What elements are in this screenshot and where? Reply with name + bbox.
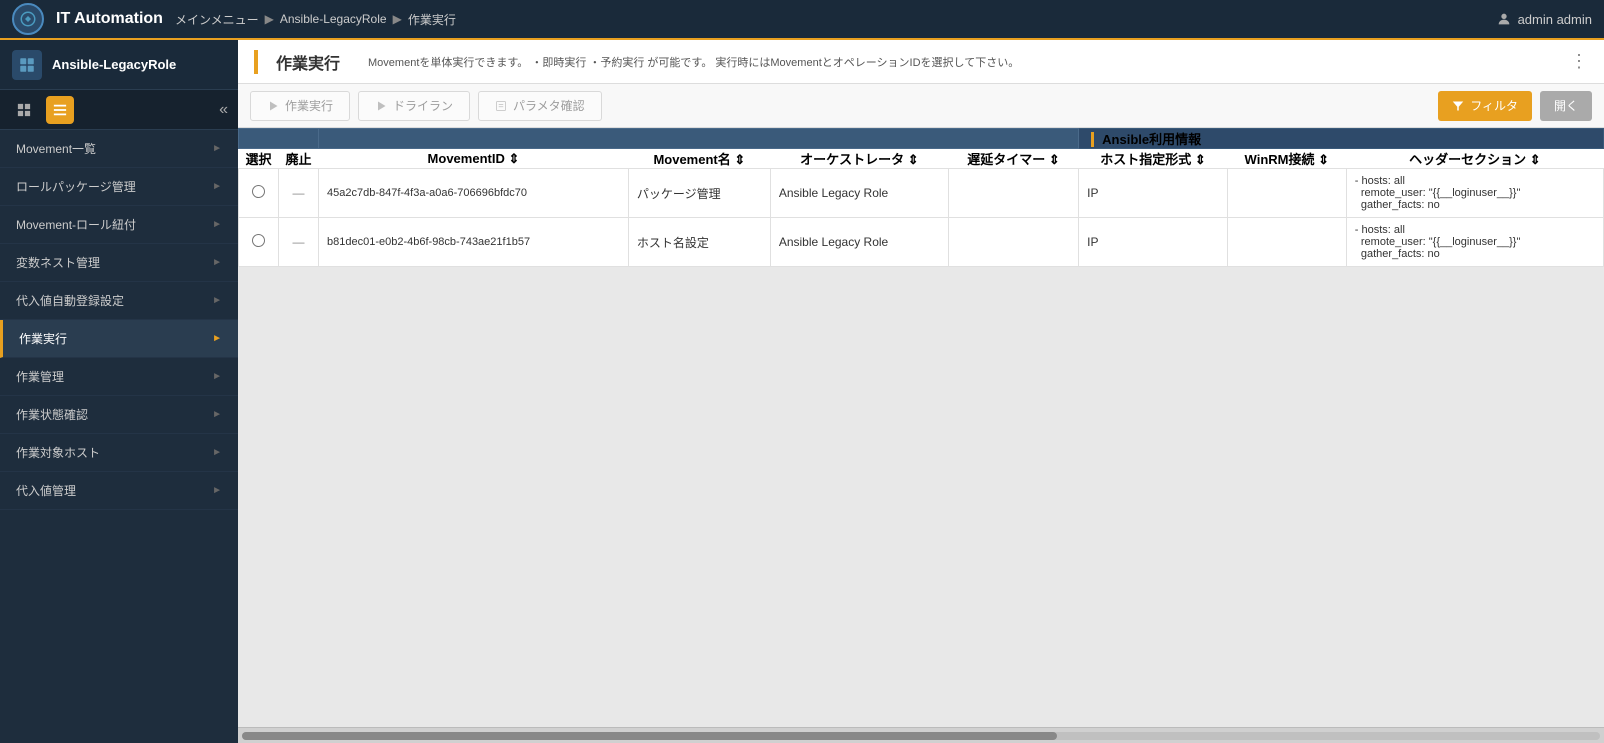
table-header-row: 選択 廃止 MovementID ⇕ Movement名 ⇕ オーケストレータ … xyxy=(239,149,1604,169)
ansible-info-group-header: Ansible利用情報 xyxy=(1079,129,1604,149)
row-discard-1: — xyxy=(279,169,319,218)
filter-button[interactable]: フィルタ xyxy=(1438,91,1532,121)
sort-icon: ⇕ xyxy=(1195,152,1206,167)
sidebar-app-icon xyxy=(12,50,42,80)
open-button[interactable]: 開く xyxy=(1540,91,1592,121)
chevron-right-icon: ► xyxy=(212,219,222,230)
sidebar-icon-bar: « xyxy=(0,90,238,130)
page-description: Movementを単体実行できます。 ・即時実行 ・予約実行 が可能です。 実行… xyxy=(368,54,1558,70)
row-radio-2[interactable] xyxy=(252,234,265,247)
app-title: IT Automation xyxy=(56,10,163,28)
col-header-section[interactable]: ヘッダーセクション ⇕ xyxy=(1346,149,1603,169)
sort-icon: ⇕ xyxy=(908,152,919,167)
sidebar: Ansible-LegacyRole « Movement一覧 ► ロールパッケ… xyxy=(0,40,238,743)
row-discard-2: — xyxy=(279,218,319,267)
app-header: IT Automation メインメニュー ▶ Ansible-LegacyRo… xyxy=(0,0,1604,40)
col-delay-timer[interactable]: 遅延タイマー ⇕ xyxy=(948,149,1078,169)
sidebar-app-name: Ansible-LegacyRole xyxy=(52,57,176,72)
row-delay-timer-1 xyxy=(948,169,1078,218)
sidebar-item-movement-list[interactable]: Movement一覧 ► xyxy=(0,130,238,168)
sidebar-header: Ansible-LegacyRole xyxy=(0,40,238,90)
sidebar-item-target-host[interactable]: 作業対象ホスト ► xyxy=(0,434,238,472)
main-content: 作業実行 Movementを単体実行できます。 ・即時実行 ・予約実行 が可能で… xyxy=(238,40,1604,743)
scroll-thumb[interactable] xyxy=(242,732,1057,740)
chevron-right-icon: ► xyxy=(212,143,222,154)
row-movement-id-1: 45a2c7db-847f-4f3a-a0a6-706696bfdc70 xyxy=(319,169,629,218)
sidebar-list-icon[interactable] xyxy=(46,96,74,124)
dry-run-button[interactable]: ドライラン xyxy=(358,91,470,121)
col-select: 選択 xyxy=(239,149,279,169)
row-select-cell[interactable] xyxy=(239,218,279,267)
col-movement-id[interactable]: MovementID ⇕ xyxy=(319,149,629,169)
row-movement-name-1: パッケージ管理 xyxy=(628,169,770,218)
col-host-format[interactable]: ホスト指定形式 ⇕ xyxy=(1079,149,1228,169)
row-orchestrator-1: Ansible Legacy Role xyxy=(770,169,948,218)
row-host-format-2: IP xyxy=(1079,218,1228,267)
scroll-track xyxy=(242,732,1600,740)
chevron-right-icon: ► xyxy=(212,257,222,268)
table-group-header-row: Ansible利用情報 xyxy=(239,129,1604,149)
row-header-section-2: - hosts: all remote_user: "{{__loginuser… xyxy=(1346,218,1603,267)
chevron-right-icon: ► xyxy=(212,371,222,382)
toolbar: 作業実行 ドライラン パラメタ確認 フィルタ 開く xyxy=(238,84,1604,128)
col-winrm[interactable]: WinRM接続 ⇕ xyxy=(1227,149,1346,169)
row-winrm-2 xyxy=(1227,218,1346,267)
main-layout: Ansible-LegacyRole « Movement一覧 ► ロールパッケ… xyxy=(0,40,1604,743)
row-host-format-1: IP xyxy=(1079,169,1228,218)
row-select-cell[interactable] xyxy=(239,169,279,218)
sidebar-item-role-package[interactable]: ロールパッケージ管理 ► xyxy=(0,168,238,206)
sort-icon: ⇕ xyxy=(734,152,745,167)
row-orchestrator-2: Ansible Legacy Role xyxy=(770,218,948,267)
table-row: — 45a2c7db-847f-4f3a-a0a6-706696bfdc70 パ… xyxy=(239,169,1604,218)
sort-icon: ⇕ xyxy=(1318,152,1329,167)
row-radio-1[interactable] xyxy=(252,185,265,198)
row-movement-name-2: ホスト名設定 xyxy=(628,218,770,267)
sidebar-item-task-exec[interactable]: 作業実行 ► xyxy=(0,320,238,358)
sidebar-grid-icon[interactable] xyxy=(10,96,38,124)
breadcrumb-sep2: ▶ xyxy=(393,12,402,26)
chevron-right-icon: ► xyxy=(212,447,222,458)
sidebar-item-task-status[interactable]: 作業状態確認 ► xyxy=(0,396,238,434)
col-orchestrator[interactable]: オーケストレータ ⇕ xyxy=(770,149,948,169)
breadcrumb: メインメニュー ▶ Ansible-LegacyRole ▶ 作業実行 xyxy=(175,11,1484,28)
user-area: admin admin xyxy=(1496,11,1592,27)
sidebar-item-variable-nest[interactable]: 変数ネスト管理 ► xyxy=(0,244,238,282)
sidebar-item-auto-register[interactable]: 代入値自動登録設定 ► xyxy=(0,282,238,320)
task-exec-button[interactable]: 作業実行 xyxy=(250,91,350,121)
chevron-right-icon: ► xyxy=(212,295,222,306)
chevron-right-icon: ► xyxy=(212,333,222,344)
data-table: Ansible利用情報 選択 廃止 MovementID ⇕ Movement名… xyxy=(238,128,1604,267)
param-confirm-button[interactable]: パラメタ確認 xyxy=(478,91,602,121)
sidebar-item-movement-role[interactable]: Movement-ロール紐付 ► xyxy=(0,206,238,244)
username: admin admin xyxy=(1518,12,1592,27)
row-movement-id-2: b81dec01-e0b2-4b6f-98cb-743ae21f1b57 xyxy=(319,218,629,267)
sidebar-collapse-btn[interactable]: « xyxy=(219,101,228,119)
row-header-section-1: - hosts: all remote_user: "{{__loginuser… xyxy=(1346,169,1603,218)
col-discard: 廃止 xyxy=(279,149,319,169)
row-winrm-1 xyxy=(1227,169,1346,218)
page-header: 作業実行 Movementを単体実行できます。 ・即時実行 ・予約実行 が可能で… xyxy=(238,40,1604,84)
horizontal-scrollbar[interactable] xyxy=(238,727,1604,743)
sort-icon: ⇕ xyxy=(508,151,519,166)
chevron-right-icon: ► xyxy=(212,485,222,496)
app-logo xyxy=(12,3,44,35)
chevron-right-icon: ► xyxy=(212,181,222,192)
breadcrumb-current: 作業実行 xyxy=(408,11,456,28)
table-row: — b81dec01-e0b2-4b6f-98cb-743ae21f1b57 ホ… xyxy=(239,218,1604,267)
breadcrumb-sep1: ▶ xyxy=(265,12,274,26)
sidebar-item-task-mgmt[interactable]: 作業管理 ► xyxy=(0,358,238,396)
sort-icon: ⇕ xyxy=(1049,152,1060,167)
row-delay-timer-2 xyxy=(948,218,1078,267)
breadcrumb-module[interactable]: Ansible-LegacyRole xyxy=(280,12,387,26)
page-title: 作業実行 xyxy=(276,50,340,74)
sort-icon: ⇕ xyxy=(1530,152,1541,167)
table-area: Ansible利用情報 選択 廃止 MovementID ⇕ Movement名… xyxy=(238,128,1604,727)
sidebar-item-substitute-mgmt[interactable]: 代入値管理 ► xyxy=(0,472,238,510)
page-title-bar xyxy=(254,50,258,74)
chevron-right-icon: ► xyxy=(212,409,222,420)
col-movement-name[interactable]: Movement名 ⇕ xyxy=(628,149,770,169)
more-options-icon[interactable]: ⋮ xyxy=(1570,51,1588,72)
breadcrumb-home[interactable]: メインメニュー xyxy=(175,11,259,28)
